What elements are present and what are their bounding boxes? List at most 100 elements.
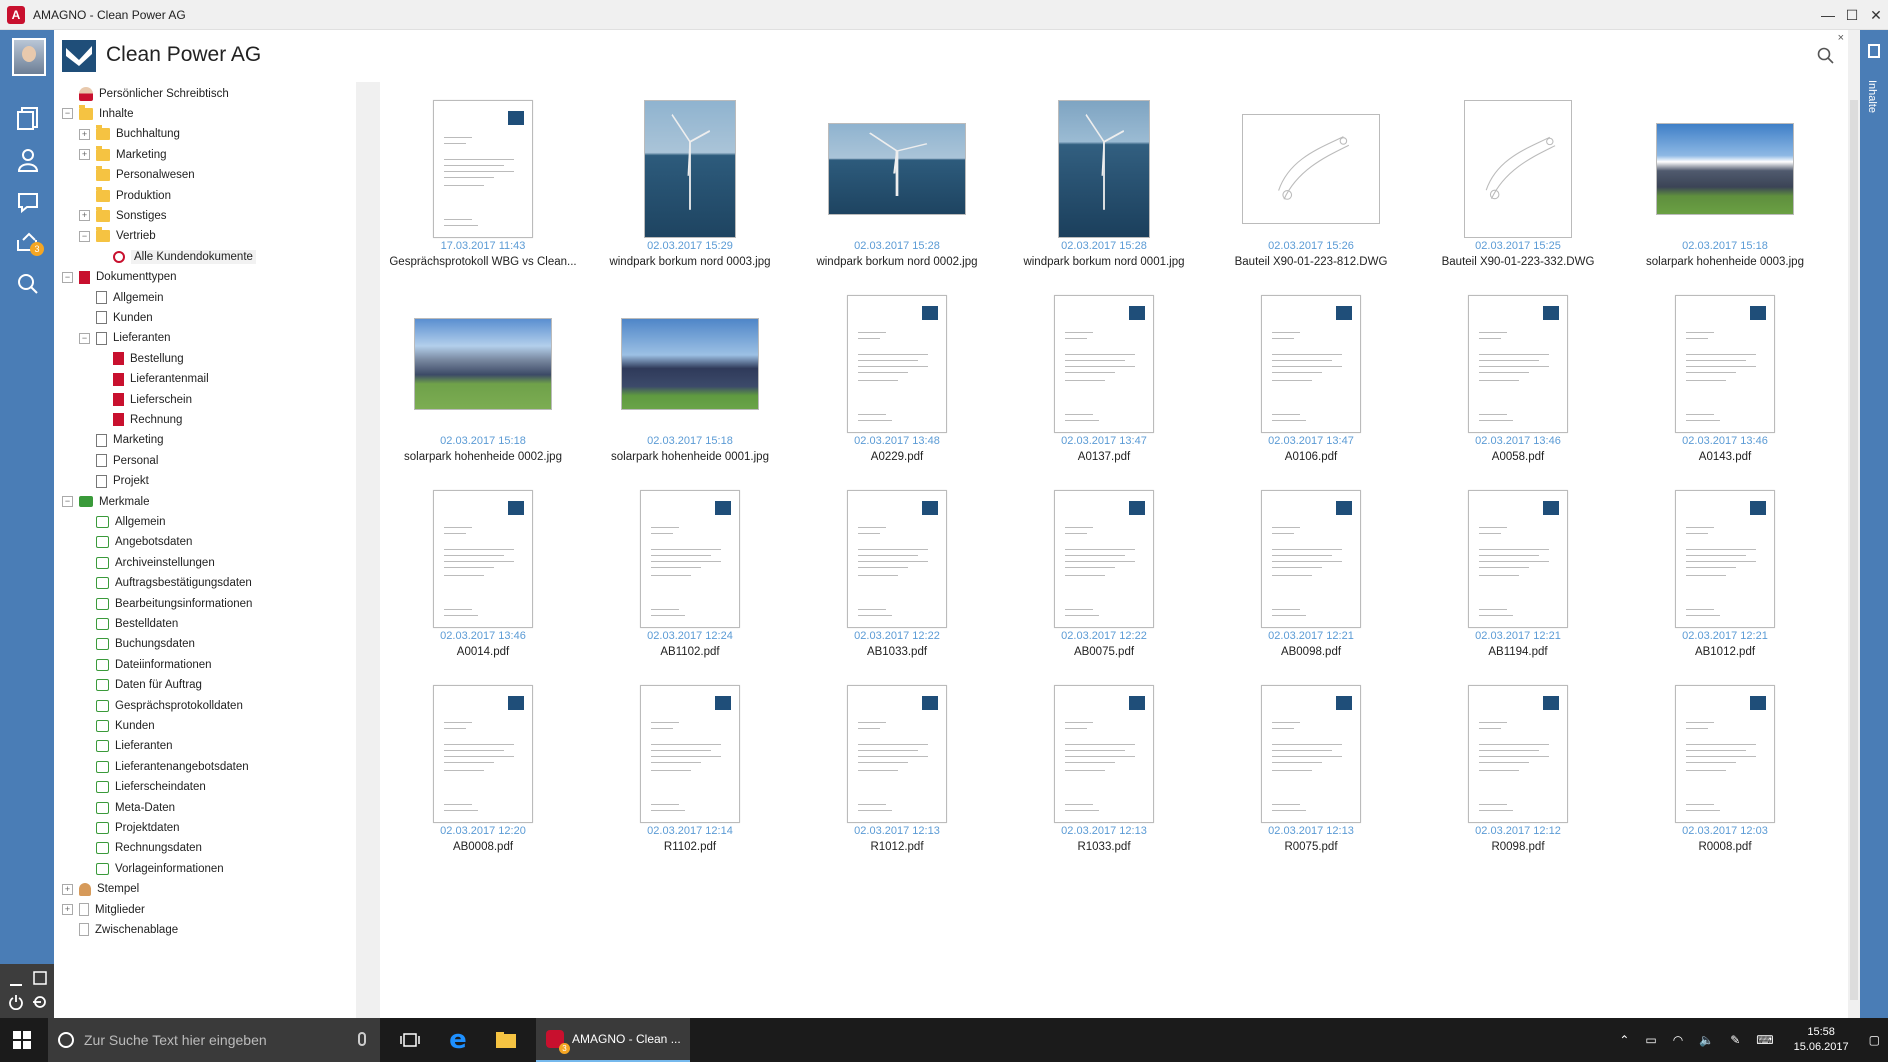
tree-item[interactable]: Lieferschein — [96, 390, 192, 409]
logout-icon[interactable] — [32, 994, 48, 1010]
search-nav-button[interactable] — [12, 268, 44, 300]
tree-item[interactable]: Lieferanten — [79, 737, 173, 756]
tree-item[interactable]: Meta-Daten — [79, 798, 175, 817]
close-panel-button[interactable]: × — [1838, 32, 1844, 44]
file-explorer-button[interactable] — [484, 1018, 528, 1062]
tree-item[interactable]: Gesprächsprotokolldaten — [79, 696, 243, 715]
tree-item[interactable]: Projektdaten — [79, 818, 180, 837]
file-tile[interactable]: 02.03.2017 12:12 R0098.pdf — [1418, 675, 1618, 865]
tree-item[interactable]: Dateiinformationen — [79, 655, 212, 674]
tree-expander[interactable]: − — [62, 271, 73, 283]
tree-item[interactable]: Rechnung — [96, 410, 182, 429]
windows-start-icon[interactable] — [12, 1030, 32, 1050]
window-mode-icon[interactable] — [32, 970, 48, 986]
file-tile[interactable]: 02.03.2017 13:46 A0014.pdf — [383, 480, 583, 670]
tree-item[interactable]: Kunden — [79, 308, 153, 327]
edge-browser-button[interactable]: e — [436, 1018, 480, 1062]
tree-item[interactable]: Projekt — [79, 472, 149, 491]
file-tile[interactable]: 02.03.2017 15:25 Bauteil X90-01-223-332.D… — [1418, 90, 1618, 280]
tree-item[interactable]: Lieferantenangebotsdaten — [79, 757, 249, 776]
content-scrollbar[interactable] — [1848, 30, 1860, 1018]
microphone-icon[interactable] — [358, 1032, 366, 1046]
tree-item[interactable]: Bestelldaten — [79, 614, 178, 633]
file-tile[interactable]: 02.03.2017 15:18 solarpark hohenheide 000… — [590, 285, 790, 475]
taskbar-active-amagno[interactable]: AMAGNO - Clean ... — [536, 1018, 690, 1062]
right-side-panel[interactable]: Inhalte — [1860, 30, 1888, 1018]
tree-item[interactable]: − Inhalte — [62, 104, 134, 123]
power-icon[interactable] — [8, 994, 24, 1010]
file-tile[interactable]: 02.03.2017 15:18 solarpark hohenheide 000… — [1625, 90, 1825, 280]
tree-item[interactable]: Archiveinstellungen — [79, 553, 215, 572]
file-tile[interactable]: 02.03.2017 12:14 R1102.pdf — [590, 675, 790, 865]
volume-icon[interactable]: 🔈 — [1699, 1033, 1714, 1047]
tree-item[interactable]: Angebotsdaten — [79, 533, 192, 552]
user-avatar[interactable] — [12, 38, 46, 76]
minimize-panel-icon[interactable] — [8, 972, 24, 988]
tree-expander[interactable]: + — [79, 128, 90, 140]
tree-item[interactable]: Allgemein — [79, 288, 164, 307]
tree-item[interactable]: + Sonstiges — [79, 206, 167, 225]
file-tile[interactable]: 02.03.2017 13:47 A0106.pdf — [1211, 285, 1411, 475]
tree-expander[interactable]: − — [79, 332, 90, 344]
documents-nav-button[interactable] — [12, 102, 44, 134]
tree-item[interactable]: Persönlicher Schreibtisch — [62, 84, 229, 103]
tree-expander[interactable]: + — [79, 210, 90, 222]
file-tile[interactable]: 02.03.2017 12:22 AB1033.pdf — [797, 480, 997, 670]
action-center-icon[interactable]: ▢ — [1869, 1033, 1880, 1047]
file-tile[interactable]: 02.03.2017 13:48 A0229.pdf — [797, 285, 997, 475]
tree-item[interactable]: − Dokumenttypen — [62, 268, 177, 287]
file-tile[interactable]: 02.03.2017 15:28 windpark borkum nord 000… — [1004, 90, 1204, 280]
maximize-button[interactable]: ☐ — [1840, 0, 1864, 30]
pen-icon[interactable]: ✎ — [1730, 1033, 1740, 1047]
tree-item[interactable]: Personalwesen — [79, 166, 195, 185]
chevron-up-icon[interactable]: ⌃ — [1619, 1033, 1629, 1047]
task-view-button[interactable] — [388, 1018, 432, 1062]
tree-item[interactable]: + Mitglieder — [62, 900, 145, 919]
tree-item[interactable]: Bestellung — [96, 349, 184, 368]
file-tile[interactable]: 02.03.2017 12:21 AB1194.pdf — [1418, 480, 1618, 670]
file-tile[interactable]: 02.03.2017 12:13 R1033.pdf — [1004, 675, 1204, 865]
file-tile[interactable]: 02.03.2017 15:26 Bauteil X90-01-223-812.D… — [1211, 90, 1411, 280]
file-tile[interactable]: 02.03.2017 12:03 R0008.pdf — [1625, 675, 1825, 865]
keyboard-icon[interactable]: ⌨ — [1756, 1033, 1773, 1047]
right-panel-label[interactable]: Inhalte — [1866, 80, 1878, 113]
tree-expander[interactable]: − — [62, 108, 73, 120]
file-tile[interactable]: 02.03.2017 12:13 R0075.pdf — [1211, 675, 1411, 865]
battery-icon[interactable]: ▭ — [1645, 1033, 1656, 1047]
taskbar-clock[interactable]: 15:58 15.06.2017 — [1794, 1025, 1849, 1055]
tree-item[interactable]: − Merkmale — [62, 492, 149, 511]
tree-expander[interactable]: − — [79, 230, 90, 242]
tree-item[interactable]: + Buchhaltung — [79, 125, 180, 144]
file-tile[interactable]: 02.03.2017 12:22 AB0075.pdf — [1004, 480, 1204, 670]
tree-item[interactable]: Buchungsdaten — [79, 635, 195, 654]
tree-item[interactable]: Vorlageinformationen — [79, 859, 224, 878]
tree-expander[interactable]: − — [62, 496, 73, 507]
tree-item[interactable]: Produktion — [79, 186, 171, 205]
minimize-button[interactable]: — — [1816, 0, 1840, 30]
file-tile[interactable]: 02.03.2017 13:46 A0143.pdf — [1625, 285, 1825, 475]
tree-item[interactable]: Kunden — [79, 716, 155, 735]
file-tile[interactable]: 02.03.2017 12:13 R1012.pdf — [797, 675, 997, 865]
tree-item[interactable]: Marketing — [79, 431, 164, 450]
file-tile[interactable]: 02.03.2017 15:18 solarpark hohenheide 000… — [383, 285, 583, 475]
file-tile[interactable]: 17.03.2017 11:43 Gesprächsprotokoll WBG v… — [383, 90, 583, 280]
file-tile[interactable]: 02.03.2017 12:20 AB0008.pdf — [383, 675, 583, 865]
close-window-button[interactable]: ✕ — [1864, 0, 1888, 30]
tree-expander[interactable]: + — [62, 883, 73, 895]
tree-item[interactable]: − Lieferanten — [79, 329, 171, 348]
inbox-nav-button[interactable]: 3 — [12, 226, 44, 258]
scrollbar-thumb[interactable] — [1850, 100, 1858, 1000]
tree-item[interactable]: Rechnungsdaten — [79, 839, 202, 858]
tree-item[interactable]: Allgemein — [79, 512, 166, 531]
tree-expander[interactable]: + — [62, 904, 73, 915]
file-tile[interactable]: 02.03.2017 15:28 windpark borkum nord 000… — [797, 90, 997, 280]
contacts-nav-button[interactable] — [12, 144, 44, 176]
tree-item[interactable]: Daten für Auftrag — [79, 676, 202, 695]
tree-item[interactable]: Alle Kundendokumente — [96, 247, 256, 266]
tree-item[interactable]: Lieferscheindaten — [79, 778, 206, 797]
tree-item[interactable]: Auftragsbestätigungsdaten — [79, 574, 252, 593]
chat-nav-button[interactable] — [12, 186, 44, 218]
tree-item[interactable]: + Stempel — [62, 880, 139, 899]
tree-item[interactable]: Bearbeitungsinformationen — [79, 594, 252, 613]
file-tile[interactable]: 02.03.2017 12:21 AB1012.pdf — [1625, 480, 1825, 670]
